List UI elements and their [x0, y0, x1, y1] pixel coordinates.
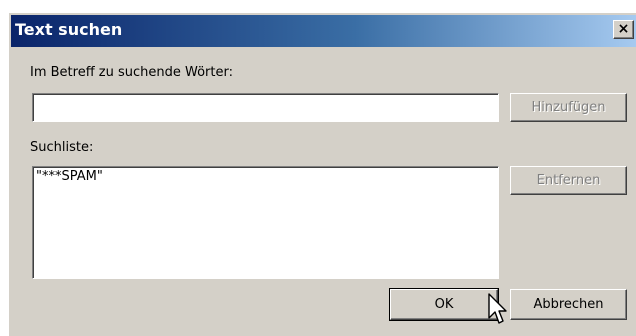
close-button[interactable]: × — [613, 20, 634, 39]
close-icon: × — [617, 21, 630, 37]
remove-button[interactable]: Entfernen — [510, 166, 627, 195]
add-button[interactable]: Hinzufügen — [510, 93, 627, 122]
search-words-input[interactable] — [32, 93, 499, 122]
mouse-pointer-icon — [488, 293, 507, 324]
search-list-label: Suchliste: — [30, 140, 94, 155]
window-title: Text suchen — [15, 20, 123, 39]
title-bar[interactable]: Text suchen × — [11, 15, 636, 47]
search-list[interactable]: "***SPAM" — [32, 166, 499, 279]
text-search-dialog: Text suchen × Im Betreff zu suchende Wör… — [8, 12, 636, 336]
words-label: Im Betreff zu suchende Wörter: — [30, 65, 233, 80]
cancel-button[interactable]: Abbrechen — [510, 289, 627, 320]
ok-button[interactable]: OK — [389, 288, 499, 321]
list-item[interactable]: "***SPAM" — [36, 169, 495, 184]
